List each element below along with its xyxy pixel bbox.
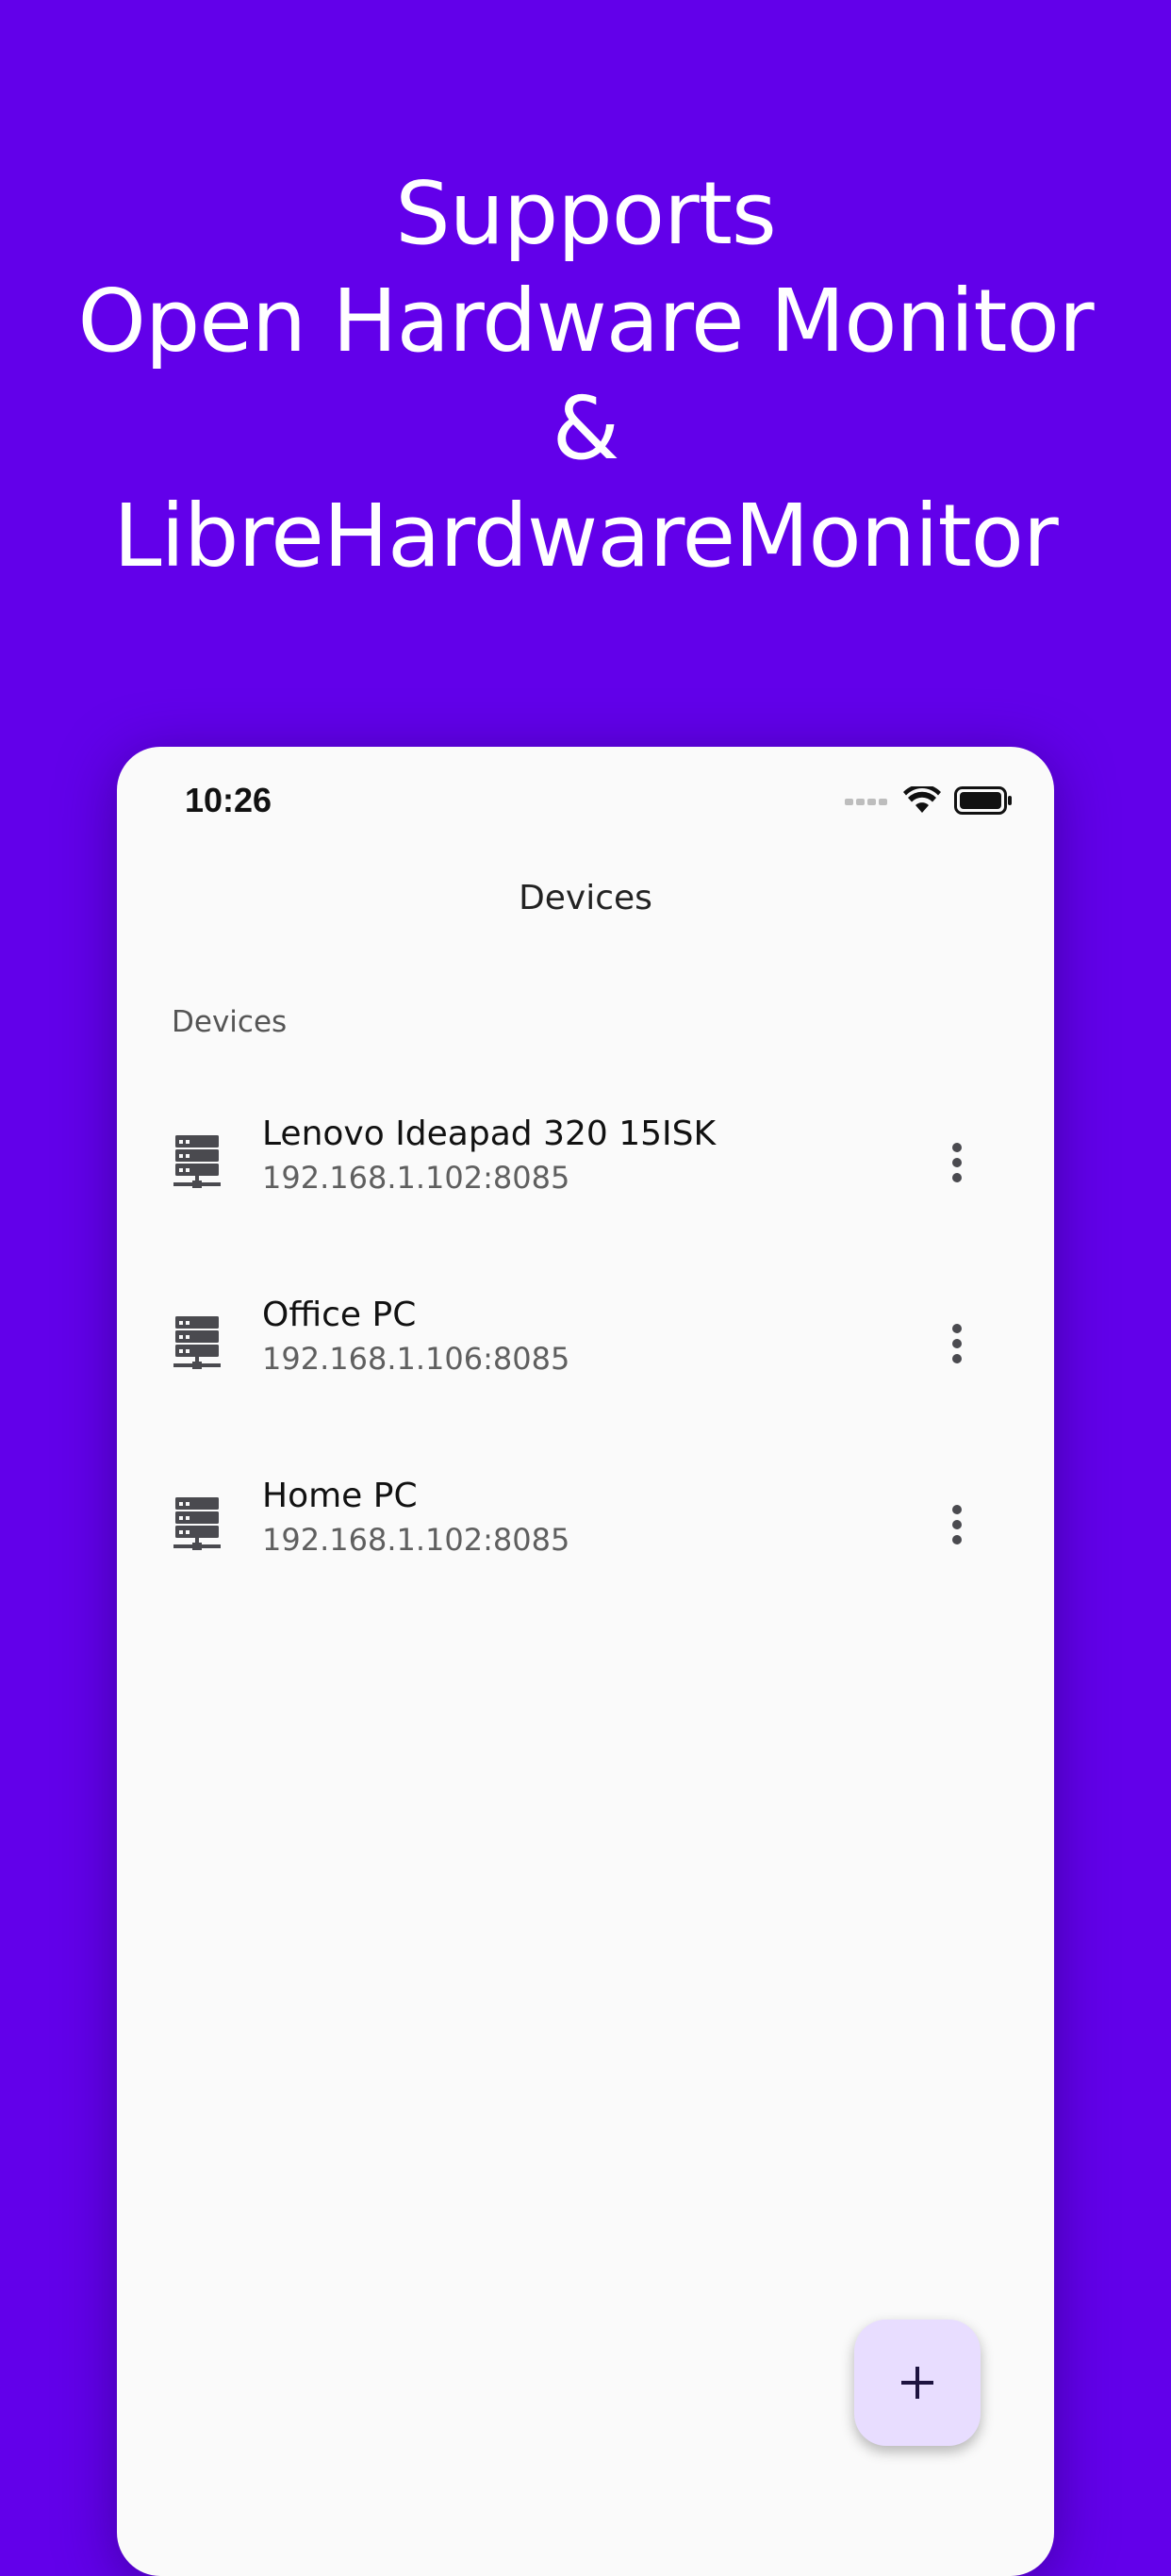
add-device-button[interactable] [854,2320,981,2446]
battery-icon [954,786,1012,815]
device-name: Lenovo Ideapad 320 15ISK [262,1115,717,1153]
promo-line-2: Open Hardware Monitor [77,271,1094,372]
device-address: 192.168.1.106:8085 [262,1341,570,1377]
promo-headline: Supports Open Hardware Monitor & LibreHa… [0,160,1171,590]
phone-screen: 10:26 Devices Devices Lenovo Ideapad 320… [117,747,1054,2576]
more-vert-icon [952,1505,962,1544]
add-icon [901,2367,933,2399]
status-icons [845,784,1013,817]
promo-line-3: & [552,378,620,479]
server-icon [173,1316,221,1369]
wifi-icon [903,786,941,813]
status-time: 10:26 [185,781,272,819]
section-label: Devices [172,1005,288,1039]
device-row[interactable]: Home PC 192.168.1.102:8085 [117,1458,1054,1639]
app-bar-title: Devices [519,879,652,917]
more-vert-icon [952,1143,962,1182]
server-icon [173,1135,221,1188]
device-row[interactable]: Office PC 192.168.1.106:8085 [117,1277,1054,1458]
server-icon [173,1497,221,1550]
promo-line-4: LibreHardwareMonitor [113,486,1059,586]
signal-icon [845,799,887,805]
device-more-button[interactable] [924,1130,990,1196]
device-address: 192.168.1.102:8085 [262,1522,570,1558]
promo-line-1: Supports [395,163,777,264]
device-more-button[interactable] [924,1311,990,1377]
device-address: 192.168.1.102:8085 [262,1160,570,1196]
device-list: Lenovo Ideapad 320 15ISK 192.168.1.102:8… [117,1096,1054,1639]
more-vert-icon [952,1324,962,1363]
device-row[interactable]: Lenovo Ideapad 320 15ISK 192.168.1.102:8… [117,1096,1054,1277]
status-bar: 10:26 [117,747,1054,860]
device-name: Home PC [262,1477,418,1515]
device-more-button[interactable] [924,1492,990,1558]
device-name: Office PC [262,1296,417,1334]
